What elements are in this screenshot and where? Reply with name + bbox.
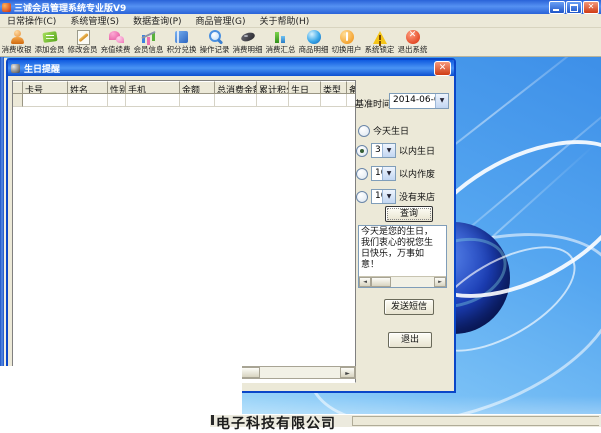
cashier-icon xyxy=(8,29,26,45)
option-expire-within[interactable]: 10 ▼ 以内作废 xyxy=(356,166,435,181)
recharge-icon xyxy=(107,29,125,45)
toolbar-item-add-member[interactable]: 添加会员 xyxy=(33,28,66,54)
toolbar: 消费收银 添加会员 修改会员 充值续费 会员信息 积分兑换 操作记录 消费明细 … xyxy=(0,28,601,57)
scroll-left-icon[interactable]: ◄ xyxy=(359,277,371,287)
menu-item-daily-ops[interactable]: 日常操作(C) xyxy=(0,14,63,27)
scrollbar-thumb[interactable] xyxy=(371,277,391,287)
minimize-button[interactable] xyxy=(549,1,565,14)
close-button[interactable]: ✕ xyxy=(583,1,599,14)
chevron-down-icon[interactable]: ▼ xyxy=(382,190,395,203)
dialog-close-button[interactable]: ✕ xyxy=(434,61,451,76)
toolbar-item-points-exchange[interactable]: 积分兑换 xyxy=(165,28,198,54)
sms-message-text: 今天是您的生日，我们衷心的祝您生日快乐，万事如意！ xyxy=(361,227,434,270)
menu-item-help[interactable]: 关于帮助(H) xyxy=(253,14,317,27)
menu-item-data-query[interactable]: 数据查询(P) xyxy=(126,14,188,27)
company-text: 电子科技有限公司 xyxy=(216,416,336,432)
system-lock-icon xyxy=(371,29,389,45)
app-titlebar: 三诚会员管理系统专业版V9 ✕ xyxy=(0,0,601,14)
goods-detail-icon xyxy=(305,29,323,45)
add-member-icon xyxy=(41,29,59,45)
column-header-total-consume[interactable]: 总消费金额 xyxy=(215,81,257,94)
option-no-visit[interactable]: 10 ▼ 没有来店 xyxy=(356,189,435,204)
chevron-down-icon[interactable]: ▼ xyxy=(382,167,395,180)
column-header-remark[interactable]: 备注 xyxy=(347,81,355,94)
toolbar-item-member-info[interactable]: 会员信息 xyxy=(132,28,165,54)
company-text-fragment xyxy=(211,415,214,425)
toolbar-item-operation-log[interactable]: 操作记录 xyxy=(198,28,231,54)
radio-today-birthday[interactable] xyxy=(358,124,370,137)
column-header-birthday[interactable]: 生日 xyxy=(289,81,321,94)
days-combo-expire[interactable]: 10 ▼ xyxy=(371,166,396,181)
base-time-combo[interactable]: 2014-06-08 ▼ xyxy=(389,93,449,109)
maximize-button[interactable] xyxy=(566,1,582,14)
toolbar-item-cashier[interactable]: 消费收银 xyxy=(0,28,33,54)
toolbar-item-exit-system[interactable]: 退出系统 xyxy=(396,28,429,54)
option-birthday-within[interactable]: 3 ▼ 以内生日 xyxy=(356,143,435,158)
base-time-value: 2014-06-08 xyxy=(393,95,435,105)
toolbar-item-consume-detail[interactable]: 消费明细 xyxy=(231,28,264,54)
white-window-area xyxy=(0,366,242,426)
edit-member-icon xyxy=(74,29,92,45)
chevron-down-icon[interactable]: ▼ xyxy=(435,94,448,108)
query-button[interactable]: 查询 xyxy=(385,206,433,222)
toolbar-item-goods-detail[interactable]: 商品明细 xyxy=(297,28,330,54)
sms-message-box[interactable]: 今天是您的生日，我们衷心的祝您生日快乐，万事如意！ ◄ ► xyxy=(358,225,447,288)
member-info-icon xyxy=(140,29,158,45)
menu-item-goods-mgmt[interactable]: 商品管理(G) xyxy=(189,14,253,27)
column-header-gender[interactable]: 性别 xyxy=(108,81,126,94)
members-table[interactable]: 卡号 姓名 性别 手机 金额 总消费金额 累计积分 生日 类型 备注 xyxy=(12,80,356,383)
base-time-label: 基准时间 xyxy=(355,100,392,110)
switch-user-icon xyxy=(338,29,356,45)
sms-scrollbar[interactable]: ◄ ► xyxy=(359,276,446,287)
statusbar-panel xyxy=(352,416,599,426)
consume-summary-icon xyxy=(272,29,290,45)
radio-birthday-within[interactable] xyxy=(356,144,368,157)
column-header-points[interactable]: 累计积分 xyxy=(257,81,289,94)
option-today-birthday[interactable]: 今天生日 xyxy=(358,124,409,137)
points-exchange-icon xyxy=(173,29,191,45)
operation-log-icon xyxy=(206,29,224,45)
toolbar-item-recharge[interactable]: 充值续费 xyxy=(99,28,132,54)
exit-button[interactable]: 退出 xyxy=(388,332,432,348)
toolbar-item-consume-summary[interactable]: 消费汇总 xyxy=(264,28,297,54)
dialog-titlebar: 生日提醒 ✕ xyxy=(8,60,454,76)
days-combo-birthday[interactable]: 3 ▼ xyxy=(371,143,396,158)
toolbar-item-switch-user[interactable]: 切换用户 xyxy=(330,28,363,54)
column-header-selector xyxy=(13,81,23,94)
days-combo-no-visit[interactable]: 10 ▼ xyxy=(371,189,396,204)
toolbar-item-edit-member[interactable]: 修改会员 xyxy=(66,28,99,54)
chevron-down-icon[interactable]: ▼ xyxy=(382,144,395,157)
app-title: 三诚会员管理系统专业版V9 xyxy=(14,3,127,14)
exit-system-icon xyxy=(404,29,422,45)
column-header-card-no[interactable]: 卡号 xyxy=(23,81,68,94)
column-header-type[interactable]: 类型 xyxy=(321,81,347,94)
birthday-reminder-dialog: 生日提醒 ✕ 卡号 姓名 性别 手机 金额 总消费金额 累计积分 生日 类型 备… xyxy=(6,58,456,393)
dialog-title: 生日提醒 xyxy=(24,64,61,75)
column-header-name[interactable]: 姓名 xyxy=(68,81,108,94)
send-sms-button[interactable]: 发送短信 xyxy=(384,299,434,315)
app-icon xyxy=(2,2,11,12)
column-header-phone[interactable]: 手机 xyxy=(126,81,180,94)
column-header-amount[interactable]: 金额 xyxy=(180,81,215,94)
table-header-row: 卡号 姓名 性别 手机 金额 总消费金额 累计积分 生日 类型 备注 xyxy=(13,81,355,94)
dialog-icon xyxy=(11,63,20,73)
toolbar-item-system-lock[interactable]: 系统锁定 xyxy=(363,28,396,54)
menubar: 日常操作(C) 系统管理(S) 数据查询(P) 商品管理(G) 关于帮助(H) xyxy=(0,14,601,28)
scroll-right-icon[interactable]: ► xyxy=(340,367,355,378)
table-row[interactable] xyxy=(13,94,355,107)
radio-expire-within[interactable] xyxy=(356,167,368,180)
consume-detail-icon xyxy=(239,29,257,45)
radio-no-visit[interactable] xyxy=(356,190,368,203)
menu-item-system-mgmt[interactable]: 系统管理(S) xyxy=(63,14,126,27)
scroll-right-icon[interactable]: ► xyxy=(434,277,446,287)
